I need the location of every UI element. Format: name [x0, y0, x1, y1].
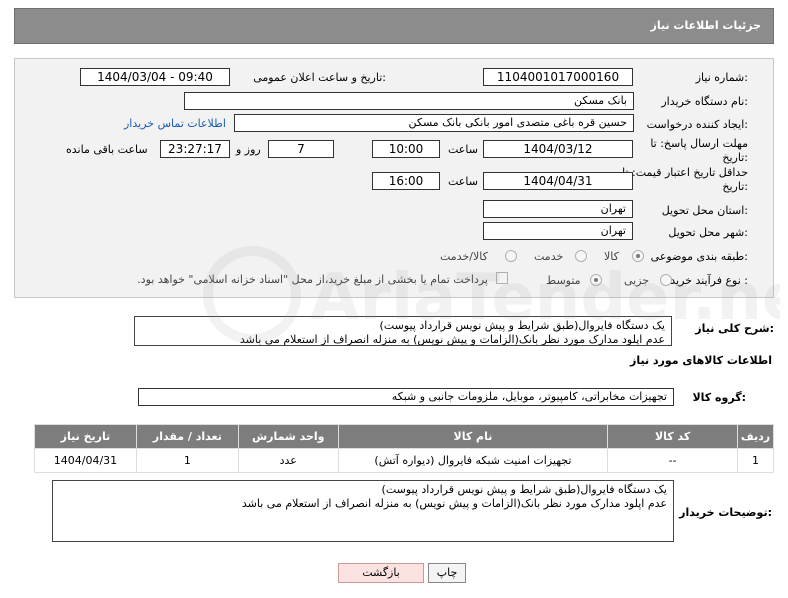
city-field: تهران — [483, 222, 633, 240]
summary-line-1: یک دستگاه فایروال(طبق شرایط و پیش نویس ق… — [379, 319, 665, 332]
need-number-label: شماره نیاز: — [695, 71, 748, 84]
announce-field: 1404/03/04 - 09:40 — [80, 68, 230, 86]
province-label: استان محل تحویل: — [661, 204, 748, 217]
need-number-field: 1104001017000160 — [483, 68, 633, 86]
buyer-org-label: نام دستگاه خریدار: — [661, 95, 748, 108]
contact-buyer-link[interactable]: اطلاعات تماس خریدار — [124, 117, 226, 130]
cell-quantity: 1 — [135, 448, 239, 473]
goods-group-field: تجهیزات مخابراتی، کامپیوتر، موبایل، ملزو… — [138, 388, 674, 406]
process-label: نوع فرآیند خرید : — [670, 274, 748, 287]
col-unit: واحد شمارش — [237, 424, 339, 449]
col-row-index: ردیف — [736, 424, 775, 449]
summary-label: شرح کلی نیاز: — [695, 322, 774, 335]
treasury-payment-checkbox[interactable] — [496, 272, 508, 284]
goods-table: تاریخ نیاز تعداد / مقدار واحد شمارش نام … — [34, 424, 775, 473]
summary-line-2: عدم اپلود مدارک مورد نظر بانک(الزامات و … — [239, 333, 665, 346]
deadline-time-field: 10:00 — [372, 140, 440, 158]
deadline-label: مهلت ارسال پاسخ: تا تاریخ: — [650, 137, 748, 164]
goods-table-header: تاریخ نیاز تعداد / مقدار واحد شمارش نام … — [34, 424, 775, 449]
announce-label: تاریخ و ساعت اعلان عمومی: — [253, 71, 386, 84]
col-quantity: تعداد / مقدار — [135, 424, 239, 449]
page-header: جزئیات اطلاعات نیاز — [14, 8, 774, 44]
goods-group-label: گروه کالا: — [692, 391, 746, 404]
creator-label: ایجاد کننده درخواست: — [646, 118, 748, 131]
category-both-radio[interactable] — [505, 250, 517, 262]
process-minor-radio[interactable] — [660, 274, 672, 286]
category-goods-radio[interactable] — [632, 250, 644, 262]
category-both-label: کالا/خدمت — [440, 250, 488, 263]
buyer-notes-line-2: عدم اپلود مدارک مورد نظر بانک(الزامات و … — [241, 497, 667, 510]
buyer-notes-label: توضیحات خریدار: — [679, 506, 772, 519]
validity-time-label: ساعت — [448, 175, 478, 188]
col-item-name: نام کالا — [337, 424, 609, 449]
deadline-date-field: 1404/03/12 — [483, 140, 633, 158]
category-label: طبقه بندی موضوعی: — [650, 250, 748, 263]
remaining-time-field: 23:27:17 — [160, 140, 230, 158]
validity-date-field: 1404/04/31 — [483, 172, 633, 190]
category-goods-label: کالا — [604, 250, 619, 263]
category-service-radio[interactable] — [575, 250, 587, 262]
goods-section-title: اطلاعات کالاهای مورد نیاز — [630, 354, 772, 367]
cell-item-code: -- — [607, 448, 738, 473]
process-medium-radio[interactable] — [590, 274, 602, 286]
category-service-label: خدمت — [534, 250, 564, 263]
buyer-notes-line-1: یک دستگاه فایروال(طبق شرایط و پیش نویس ق… — [381, 483, 667, 496]
city-label: شهر محل تحویل: — [668, 226, 748, 239]
cell-item-name: تجهیزات امنیت شبکه فایروال (دیواره آتش) — [337, 448, 609, 473]
days-label: روز و — [236, 143, 261, 156]
buyer-org-field: بانک مسکن — [184, 92, 634, 110]
cell-need-date: 1404/04/31 — [34, 448, 137, 473]
back-button[interactable]: بازگشت — [338, 563, 424, 583]
buyer-notes-textarea[interactable]: یک دستگاه فایروال(طبق شرایط و پیش نویس ق… — [52, 480, 674, 542]
days-field: 7 — [268, 140, 334, 158]
cell-row-index: 1 — [736, 448, 775, 473]
table-row: 1404/04/31 1 عدد تجهیزات امنیت شبکه فایر… — [34, 448, 775, 473]
process-medium-label: متوسط — [546, 274, 581, 287]
print-button[interactable]: چاپ — [428, 563, 466, 583]
deadline-time-label: ساعت — [448, 143, 478, 156]
creator-field: حسین قره باغی متصدی امور بانکی بانک مسکن — [234, 114, 634, 132]
validity-time-field: 16:00 — [372, 172, 440, 190]
cell-unit: عدد — [237, 448, 339, 473]
province-field: تهران — [483, 200, 633, 218]
summary-textarea[interactable]: یک دستگاه فایروال(طبق شرایط و پیش نویس ق… — [134, 316, 672, 346]
treasury-payment-note: پرداخت تمام یا بخشی از مبلغ خرید،از محل … — [137, 273, 488, 286]
process-minor-label: جزیی — [624, 274, 650, 287]
col-need-date: تاریخ نیاز — [34, 424, 137, 449]
col-item-code: کد کالا — [607, 424, 738, 449]
remaining-label: ساعت باقی مانده — [66, 143, 148, 156]
